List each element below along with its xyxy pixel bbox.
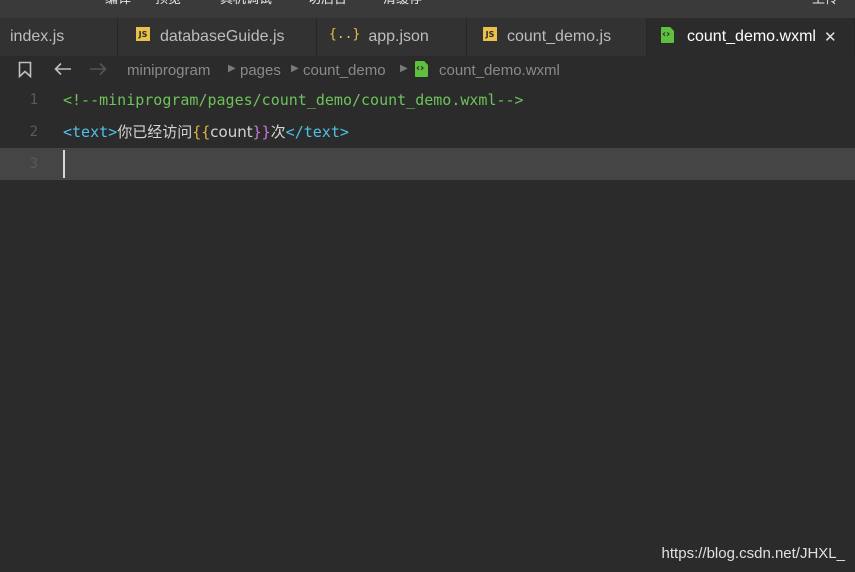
breadcrumb-segment[interactable]: pages [240, 62, 281, 79]
tab-label: count_demo.js [507, 28, 612, 45]
breadcrumb: miniprogram ▶ pages ▶ count_demo ▶ count… [0, 56, 855, 84]
line-number: 3 [29, 156, 38, 172]
js-file-icon: JS [483, 27, 497, 41]
chevron-right-icon: ▶ [228, 63, 236, 74]
line-number: 2 [29, 124, 38, 140]
chevron-right-icon: ▶ [291, 63, 299, 74]
tab-databaseguide-js[interactable]: JS databaseGuide.js [118, 18, 317, 56]
arrow-left-icon[interactable] [54, 62, 72, 76]
code-line-current[interactable]: 3 [0, 148, 855, 180]
tab-label: app.json [368, 28, 429, 45]
wxml-file-icon [661, 27, 674, 43]
wxml-file-icon [415, 61, 428, 77]
code-line[interactable]: 2 <text>你已经访问{{count}}次</text> [0, 116, 855, 148]
bookmark-icon[interactable] [18, 61, 32, 78]
tab-count-demo-js[interactable]: JS count_demo.js [467, 18, 647, 56]
tab-label: databaseGuide.js [160, 28, 285, 45]
compile-button[interactable]: 编译 [105, 0, 131, 9]
tab-label: index.js [10, 28, 65, 45]
line-content: <!--miniprogram/pages/count_demo/count_d… [63, 84, 524, 116]
watermark: https://blog.csdn.net/JHXL_ [661, 545, 845, 562]
tab-bar: index.js JS databaseGuide.js {..} app.js… [0, 18, 855, 56]
background-button[interactable]: 切后台 [308, 0, 347, 9]
text-content: 你已经访问 [117, 123, 193, 141]
clear-cache-button[interactable]: 清缓存 [383, 0, 422, 9]
tab-label: count_demo.wxml [687, 28, 816, 45]
js-file-icon: JS [136, 27, 150, 41]
code-editor[interactable]: 1 <!--miniprogram/pages/count_demo/count… [0, 84, 855, 572]
breadcrumb-segment[interactable]: count_demo.wxml [439, 62, 560, 79]
variable-name: count [210, 123, 253, 141]
breadcrumb-segment[interactable]: miniprogram [127, 62, 210, 79]
brace-close: }} [252, 123, 271, 141]
code-line[interactable]: 1 <!--miniprogram/pages/count_demo/count… [0, 84, 855, 116]
brace-open: {{ [192, 123, 211, 141]
upload-button[interactable]: 上传 [812, 0, 838, 9]
close-tag: </text> [285, 123, 349, 141]
device-debug-button[interactable]: 真机调试 [220, 0, 272, 9]
tab-count-demo-wxml[interactable]: count_demo.wxml ✕ [647, 18, 855, 56]
arrow-right-icon[interactable] [89, 62, 107, 76]
close-icon[interactable]: ✕ [824, 28, 837, 46]
tab-index-js[interactable]: index.js [0, 18, 118, 56]
line-number: 1 [29, 92, 38, 108]
text-content: 次 [270, 123, 286, 141]
open-tag: <text> [63, 123, 118, 141]
json-file-icon: {..} [329, 26, 361, 42]
top-toolbar: 编译 预览 真机调试 切后台 清缓存 上传 [0, 0, 855, 18]
preview-button[interactable]: 预览 [155, 0, 181, 9]
tab-app-json[interactable]: {..} app.json [317, 18, 467, 56]
chevron-right-icon: ▶ [400, 63, 408, 74]
line-content: <text>你已经访问{{count}}次</text> [63, 116, 349, 148]
text-cursor [63, 150, 65, 178]
breadcrumb-segment[interactable]: count_demo [303, 62, 386, 79]
comment-text: <!--miniprogram/pages/count_demo/count_d… [63, 91, 524, 109]
